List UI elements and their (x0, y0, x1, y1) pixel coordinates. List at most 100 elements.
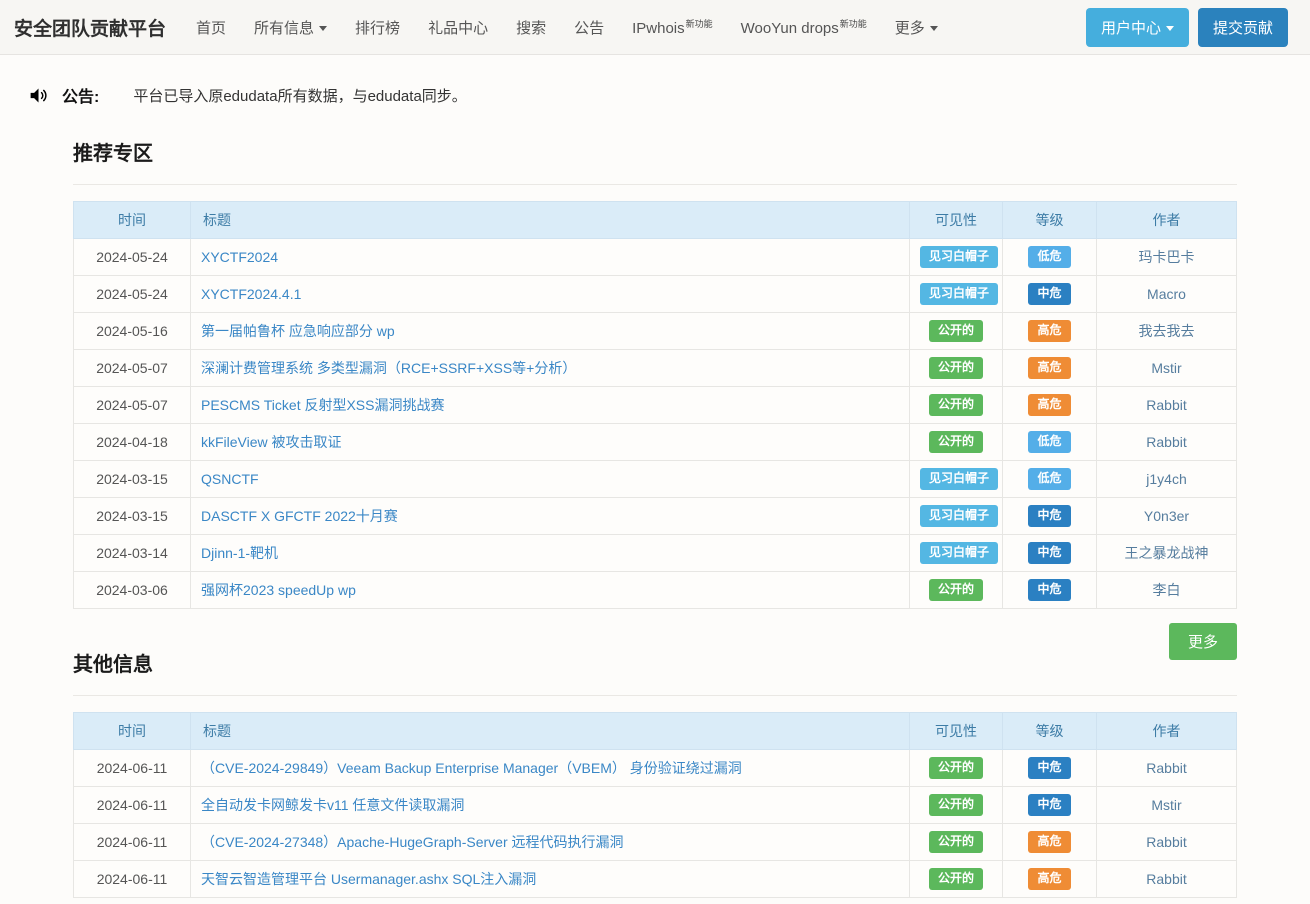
cell-visibility: 公开的 (910, 424, 1003, 461)
cell-level: 高危 (1003, 387, 1097, 424)
cell-author: j1y4ch (1097, 461, 1237, 498)
visibility-badge: 公开的 (929, 320, 983, 342)
nav-item-label: 所有信息 (254, 20, 314, 37)
new-feature-badge: 新功能 (686, 19, 713, 29)
cell-date: 2024-03-15 (74, 498, 191, 535)
divider (73, 695, 1237, 696)
more-button[interactable]: 更多 (1169, 623, 1237, 660)
brand-title[interactable]: 安全团队贡献平台 (14, 14, 166, 41)
row-title-link[interactable]: kkFileView 被攻击取证 (201, 434, 342, 450)
nav-item-announcement[interactable]: 公告 (560, 17, 618, 38)
nav-item-search[interactable]: 搜索 (502, 17, 560, 38)
visibility-badge: 公开的 (929, 757, 983, 779)
visibility-badge: 公开的 (929, 794, 983, 816)
level-badge: 高危 (1028, 831, 1070, 853)
row-title-link[interactable]: 深澜计费管理系统 多类型漏洞（RCE+SSRF+XSS等+分析） (201, 360, 576, 376)
row-title-link[interactable]: PESCMS Ticket 反射型XSS漏洞挑战赛 (201, 397, 444, 413)
level-badge: 中危 (1028, 794, 1070, 816)
row-title-link[interactable]: Djinn-1-靶机 (201, 545, 278, 561)
level-badge: 中危 (1028, 579, 1070, 601)
table-row: 2024-05-07 深澜计费管理系统 多类型漏洞（RCE+SSRF+XSS等+分… (74, 350, 1237, 387)
level-badge: 低危 (1028, 431, 1070, 453)
column-header-1: 标题 (191, 713, 910, 750)
cell-title: （CVE-2024-27348）Apache-HugeGraph-Server … (191, 824, 910, 861)
cell-visibility: 见习白帽子 (910, 535, 1003, 572)
info-table: 时间标题可见性等级作者2024-05-24XYCTF2024见习白帽子低危玛卡巴… (73, 201, 1237, 609)
column-header-2: 可见性 (910, 202, 1003, 239)
divider (73, 184, 1237, 185)
cell-visibility: 见习白帽子 (910, 276, 1003, 313)
cell-date: 2024-03-14 (74, 535, 191, 572)
cell-title: Djinn-1-靶机 (191, 535, 910, 572)
cell-visibility: 见习白帽子 (910, 239, 1003, 276)
cell-date: 2024-06-11 (74, 824, 191, 861)
level-badge: 中危 (1028, 542, 1070, 564)
cell-date: 2024-05-24 (74, 276, 191, 313)
level-badge: 低危 (1028, 468, 1070, 490)
level-badge: 高危 (1028, 394, 1070, 416)
cell-date: 2024-06-11 (74, 787, 191, 824)
row-title-link[interactable]: 第一届帕鲁杯 应急响应部分 wp (201, 323, 395, 339)
cell-author: Mstir (1097, 787, 1237, 824)
cell-date: 2024-06-11 (74, 750, 191, 787)
chevron-down-icon (930, 26, 938, 31)
column-header-0: 时间 (74, 202, 191, 239)
cell-level: 中危 (1003, 535, 1097, 572)
cell-author: Macro (1097, 276, 1237, 313)
cell-level: 低危 (1003, 239, 1097, 276)
level-badge: 中危 (1028, 283, 1070, 305)
nav-item-home[interactable]: 首页 (182, 17, 240, 38)
row-title-link[interactable]: （CVE-2024-29849）Veeam Backup Enterprise … (201, 760, 742, 776)
announcement-bar: 公告: 平台已导入原edudata所有数据，与edudata同步。 (28, 83, 1310, 107)
table-row: 2024-06-11天智云智造管理平台 Usermanager.ashx SQL… (74, 861, 1237, 898)
visibility-badge: 见习白帽子 (920, 542, 998, 564)
column-header-2: 可见性 (910, 713, 1003, 750)
table-row: 2024-05-16第一届帕鲁杯 应急响应部分 wp公开的高危我去我去 (74, 313, 1237, 350)
cell-level: 中危 (1003, 498, 1097, 535)
row-title-link[interactable]: 强网杯2023 speedUp wp (201, 582, 356, 598)
cell-level: 中危 (1003, 787, 1097, 824)
table-row: 2024-05-24 XYCTF2024.4.1 见习白帽子 中危 Macro (74, 276, 1237, 313)
column-header-3: 等级 (1003, 713, 1097, 750)
table-row: 2024-03-15QSNCTF见习白帽子低危j1y4ch (74, 461, 1237, 498)
nav-item-ipwhois[interactable]: IPwhois新功能 (618, 17, 727, 37)
navbar-inner: 安全团队贡献平台 首页所有信息 排行榜礼品中心搜索 公告 IPwhois新功能WooY… (0, 0, 1310, 54)
cell-title: 强网杯2023 speedUp wp (191, 572, 910, 609)
nav-item-gift-center[interactable]: 礼品中心 (414, 17, 502, 38)
submit-contribution-button[interactable]: 提交贡献 (1198, 8, 1288, 47)
nav-buttons: 用户中心 提交贡献 (1086, 8, 1288, 47)
cell-title: 全自动发卡网鲸发卡v11 任意文件读取漏洞 (191, 787, 910, 824)
nav-item-label: 更多 (895, 20, 925, 37)
cell-author: Rabbit (1097, 424, 1237, 461)
table-row: 2024-06-11 （CVE-2024-29849）Veeam Backup E… (74, 750, 1237, 787)
cell-visibility: 公开的 (910, 787, 1003, 824)
row-title-link[interactable]: QSNCTF (201, 471, 259, 487)
cell-author: 我去我去 (1097, 313, 1237, 350)
nav-item-ranking[interactable]: 排行榜 (341, 17, 414, 38)
row-title-link[interactable]: DASCTF X GFCTF 2022十月赛 (201, 508, 398, 524)
cell-author: 李白 (1097, 572, 1237, 609)
row-title-link[interactable]: （CVE-2024-27348）Apache-HugeGraph-Server … (201, 834, 624, 850)
cell-author: Y0n3er (1097, 498, 1237, 535)
cell-date: 2024-05-07 (74, 350, 191, 387)
row-title-link[interactable]: XYCTF2024.4.1 (201, 286, 301, 302)
visibility-badge: 公开的 (929, 431, 983, 453)
nav-item-more[interactable]: 更多 (881, 17, 952, 38)
cell-author: 玛卡巴卡 (1097, 239, 1237, 276)
cell-date: 2024-05-07 (74, 387, 191, 424)
nav-item-label: 搜索 (516, 20, 546, 37)
nav-item-label: 公告 (574, 20, 604, 37)
visibility-badge: 公开的 (929, 357, 983, 379)
user-center-button[interactable]: 用户中心 (1086, 8, 1189, 47)
row-title-link[interactable]: 全自动发卡网鲸发卡v11 任意文件读取漏洞 (201, 797, 464, 813)
cell-visibility: 公开的 (910, 824, 1003, 861)
row-title-link[interactable]: 天智云智造管理平台 Usermanager.ashx SQL注入漏洞 (201, 871, 536, 887)
table-row: 2024-03-15DASCTF X GFCTF 2022十月赛见习白帽子中危Y… (74, 498, 1237, 535)
cell-level: 高危 (1003, 350, 1097, 387)
cell-date: 2024-03-06 (74, 572, 191, 609)
nav-item-wooyun-drops[interactable]: WooYun drops新功能 (727, 17, 881, 37)
cell-visibility: 公开的 (910, 387, 1003, 424)
nav-item-all-info[interactable]: 所有信息 (240, 17, 341, 38)
cell-level: 高危 (1003, 861, 1097, 898)
row-title-link[interactable]: XYCTF2024 (201, 249, 278, 265)
